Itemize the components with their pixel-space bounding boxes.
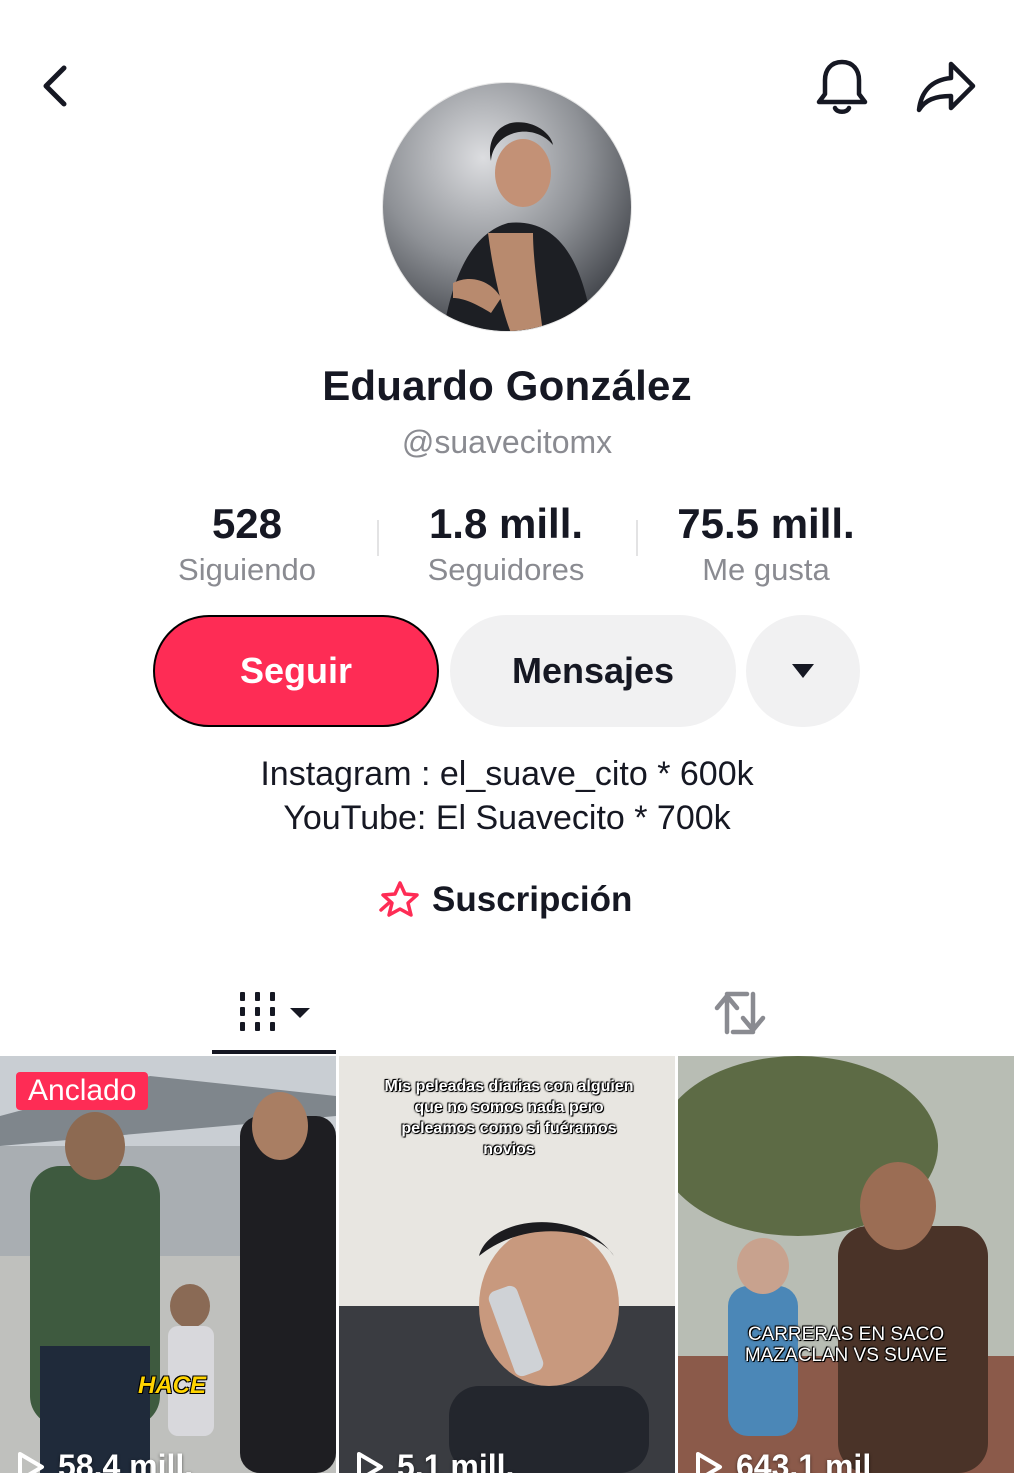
avatar-image — [383, 83, 631, 331]
bell-icon — [816, 59, 868, 114]
stat-followers[interactable]: 1.8 mill. Seguidores — [376, 498, 636, 590]
video-caption-line: MAZACLAN VS SUAVE — [744, 1345, 948, 1366]
subscription-label: Suscripción — [432, 880, 633, 919]
video-views: 643.1 mil — [694, 1448, 871, 1473]
profile-avatar[interactable] — [382, 82, 632, 332]
profile-display-name: Eduardo González — [322, 362, 692, 409]
pinned-badge: Anclado — [16, 1072, 149, 1110]
stat-likes-value: 75.5 mill. — [677, 500, 855, 547]
stat-following-value: 528 — [211, 500, 283, 547]
play-icon — [357, 1451, 383, 1473]
chevron-left-icon — [43, 65, 67, 107]
video-view-count: 58.4 mill. — [58, 1448, 194, 1473]
repost-icon — [714, 991, 766, 1035]
subscription-link[interactable]: Suscripción — [378, 874, 632, 926]
tab-videos[interactable] — [212, 970, 336, 1056]
active-tab-indicator — [212, 1050, 336, 1054]
video-grid: Anclado HACE 58.4 mill. Mis peleadas dia… — [0, 1056, 1014, 1473]
stat-likes-label: Me gusta — [702, 552, 830, 587]
stat-followers-value: 1.8 mill. — [428, 500, 584, 547]
more-options-button[interactable] — [746, 615, 860, 727]
notification-bell-button[interactable] — [810, 54, 874, 118]
follow-button[interactable]: Seguir — [153, 615, 439, 727]
video-views: 58.4 mill. — [16, 1448, 193, 1473]
bio-line-instagram: Instagram : el_suave_cito * 600k — [260, 755, 754, 793]
video-views: 5.1 mill. — [355, 1448, 514, 1473]
play-icon — [696, 1451, 722, 1473]
video-tile[interactable]: Anclado HACE 58.4 mill. — [0, 1056, 336, 1473]
stat-followers-label: Seguidores — [427, 552, 585, 587]
video-caption: Mis peleadas diarias con alguien que no … — [384, 1078, 634, 1158]
content-tabs — [0, 970, 1014, 1056]
grid-sort-icon — [240, 992, 310, 1031]
video-overlay-text: HACE — [138, 1372, 207, 1399]
video-view-count: 5.1 mill. — [397, 1448, 515, 1473]
video-caption-line: CARRERAS EN SACO — [747, 1324, 945, 1345]
bio-line-youtube: YouTube: El Suavecito * 700k — [283, 799, 731, 837]
caret-down-icon — [792, 664, 814, 678]
play-icon — [18, 1451, 44, 1473]
stat-following-label: Siguiendo — [178, 552, 316, 587]
star-badge-icon — [379, 881, 419, 917]
video-thumbnail — [678, 1056, 1014, 1473]
video-tile[interactable]: Mis peleadas diarias con alguien que no … — [339, 1056, 675, 1473]
video-thumbnail — [0, 1056, 336, 1473]
share-button[interactable] — [912, 54, 980, 118]
profile-actions: Seguir Mensajes — [0, 615, 1014, 729]
messages-button[interactable]: Mensajes — [450, 615, 736, 727]
back-button[interactable] — [28, 58, 84, 114]
video-view-count: 643.1 mil — [736, 1448, 872, 1473]
stat-likes[interactable]: 75.5 mill. Me gusta — [636, 498, 896, 590]
profile-username: @suavecitomx — [401, 424, 613, 460]
stat-following[interactable]: 528 Siguiendo — [117, 498, 377, 590]
share-arrow-icon — [916, 61, 976, 113]
tab-reposts[interactable] — [678, 970, 802, 1056]
profile-bio: Instagram : el_suave_cito * 600k YouTube… — [0, 752, 1014, 840]
video-caption: CARRERAS EN SACO MAZACLAN VS SUAVE — [698, 1324, 994, 1366]
profile-stats: 528 Siguiendo 1.8 mill. Seguidores 75.5 … — [0, 498, 1014, 594]
video-tile[interactable]: CARRERAS EN SACO MAZACLAN VS SUAVE 643.1… — [678, 1056, 1014, 1473]
